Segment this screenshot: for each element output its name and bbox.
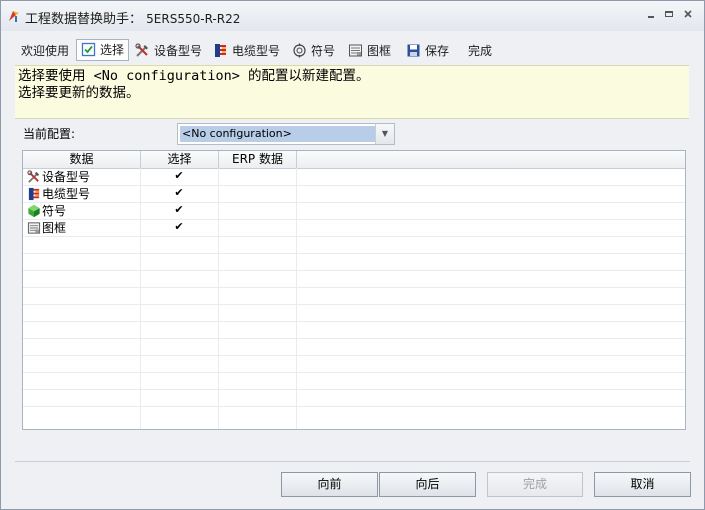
row-checkbox[interactable]: ✔ xyxy=(173,187,185,199)
step-welcome-label: 欢迎使用 xyxy=(21,44,70,58)
step-frames[interactable]: 图框 xyxy=(348,41,391,61)
step-welcome[interactable]: 欢迎使用 xyxy=(21,41,69,61)
row-name: 图框 xyxy=(42,221,67,235)
row-name: 符号 xyxy=(42,204,67,218)
minimize-button[interactable] xyxy=(643,7,659,23)
info-line-1: 选择要使用 <No configuration> 的配置以新建配置。 xyxy=(18,68,370,84)
close-icon xyxy=(684,10,692,18)
step-symbols-label: 符号 xyxy=(311,44,336,58)
row-name-cell: 图框 xyxy=(27,220,66,236)
grid-row[interactable]: 电缆型号 ✔ xyxy=(23,186,685,202)
column-header-select[interactable]: 选择 xyxy=(141,151,219,168)
config-label: 当前配置: xyxy=(23,127,76,141)
grid-line xyxy=(23,270,685,271)
grid-row[interactable]: 设备型号 ✔ xyxy=(23,169,685,185)
maximize-icon xyxy=(665,11,673,17)
wizard-window: 工程数据替换助手： 5ERS550-R-R22 欢迎使用 选择 设备型号 电缆型… xyxy=(0,0,705,510)
row-name-cell: 设备型号 xyxy=(27,169,90,185)
grid-row[interactable]: 符号 ✔ xyxy=(23,203,685,219)
step-finish-label: 完成 xyxy=(468,44,493,58)
row-name-cell: 电缆型号 xyxy=(27,186,90,202)
step-symbols[interactable]: 符号 xyxy=(292,41,335,61)
chevron-down-icon[interactable]: ▼ xyxy=(375,124,394,144)
step-select[interactable]: 选择 xyxy=(76,39,130,61)
grid-line xyxy=(23,355,685,356)
symbol-icon xyxy=(293,43,306,58)
step-frames-label: 图框 xyxy=(367,44,392,58)
tools-icon xyxy=(27,170,40,183)
row-name: 设备型号 xyxy=(42,170,91,184)
grid-line xyxy=(23,372,685,373)
window-title: 工程数据替换助手： 5ERS550-R-R22 xyxy=(25,8,240,27)
frame-icon xyxy=(349,44,362,57)
step-save-label: 保存 xyxy=(425,44,450,58)
grid-line xyxy=(23,406,685,407)
checkbox-icon xyxy=(81,42,96,57)
close-button[interactable] xyxy=(680,7,696,23)
info-line-2: 选择要更新的数据。 xyxy=(18,85,140,101)
save-icon xyxy=(407,44,420,57)
row-checkbox[interactable]: ✔ xyxy=(173,170,185,182)
tools-icon xyxy=(135,43,148,57)
project-name: 5ERS550-R-R22 xyxy=(146,12,241,26)
cancel-button[interactable]: 取消 xyxy=(594,472,691,497)
finish-button[interactable]: 完成 xyxy=(487,472,583,497)
row-name-cell: 符号 xyxy=(27,203,66,219)
row-checkbox[interactable]: ✔ xyxy=(173,221,185,233)
data-grid: 数据 选择 ERP 数据 设备型号 ✔ 电缆型号 ✔ 符号 ✔ 图框 ✔ xyxy=(22,150,686,430)
step-select-label: 选择 xyxy=(100,43,125,57)
step-save[interactable]: 保存 xyxy=(406,41,449,61)
grid-header: 数据 选择 ERP 数据 xyxy=(23,151,685,169)
step-cable-types[interactable]: 电缆型号 xyxy=(213,41,280,61)
frame-icon xyxy=(27,222,41,234)
grid-line xyxy=(23,287,685,288)
cable-icon xyxy=(28,187,40,201)
symbol-icon xyxy=(28,204,40,218)
step-device-types-label: 设备型号 xyxy=(154,44,203,58)
grid-line xyxy=(23,338,685,339)
step-cable-types-label: 电缆型号 xyxy=(232,44,281,58)
info-panel: 选择要使用 <No configuration> 的配置以新建配置。 选择要更新… xyxy=(15,65,689,119)
cable-icon xyxy=(215,44,226,57)
config-value: <No configuration> xyxy=(180,126,376,142)
window-title-text: 工程数据替换助手： xyxy=(25,12,143,27)
back-button[interactable]: 向前 xyxy=(281,472,378,497)
grid-line xyxy=(23,236,685,237)
wizard-steps: 欢迎使用 选择 设备型号 电缆型号 符号 图框 保存 完成 xyxy=(13,39,694,63)
grid-line xyxy=(23,321,685,322)
minimize-icon xyxy=(648,16,654,18)
grid-line xyxy=(23,253,685,254)
column-header-data[interactable]: 数据 xyxy=(23,151,141,168)
step-finish[interactable]: 完成 xyxy=(468,41,492,61)
config-dropdown[interactable]: <No configuration> ▼ xyxy=(177,123,395,145)
next-button[interactable]: 向后 xyxy=(379,472,476,497)
row-name: 电缆型号 xyxy=(42,187,91,201)
grid-line xyxy=(23,304,685,305)
grid-row[interactable]: 图框 ✔ xyxy=(23,220,685,236)
app-icon xyxy=(9,11,19,22)
maximize-button[interactable] xyxy=(661,7,677,23)
footer-divider xyxy=(15,461,690,462)
column-header-erp[interactable]: ERP 数据 xyxy=(219,151,297,168)
title-bar[interactable]: 工程数据替换助手： 5ERS550-R-R22 xyxy=(1,1,704,31)
grid-line xyxy=(23,389,685,390)
step-device-types[interactable]: 设备型号 xyxy=(135,41,202,61)
row-checkbox[interactable]: ✔ xyxy=(173,204,185,216)
